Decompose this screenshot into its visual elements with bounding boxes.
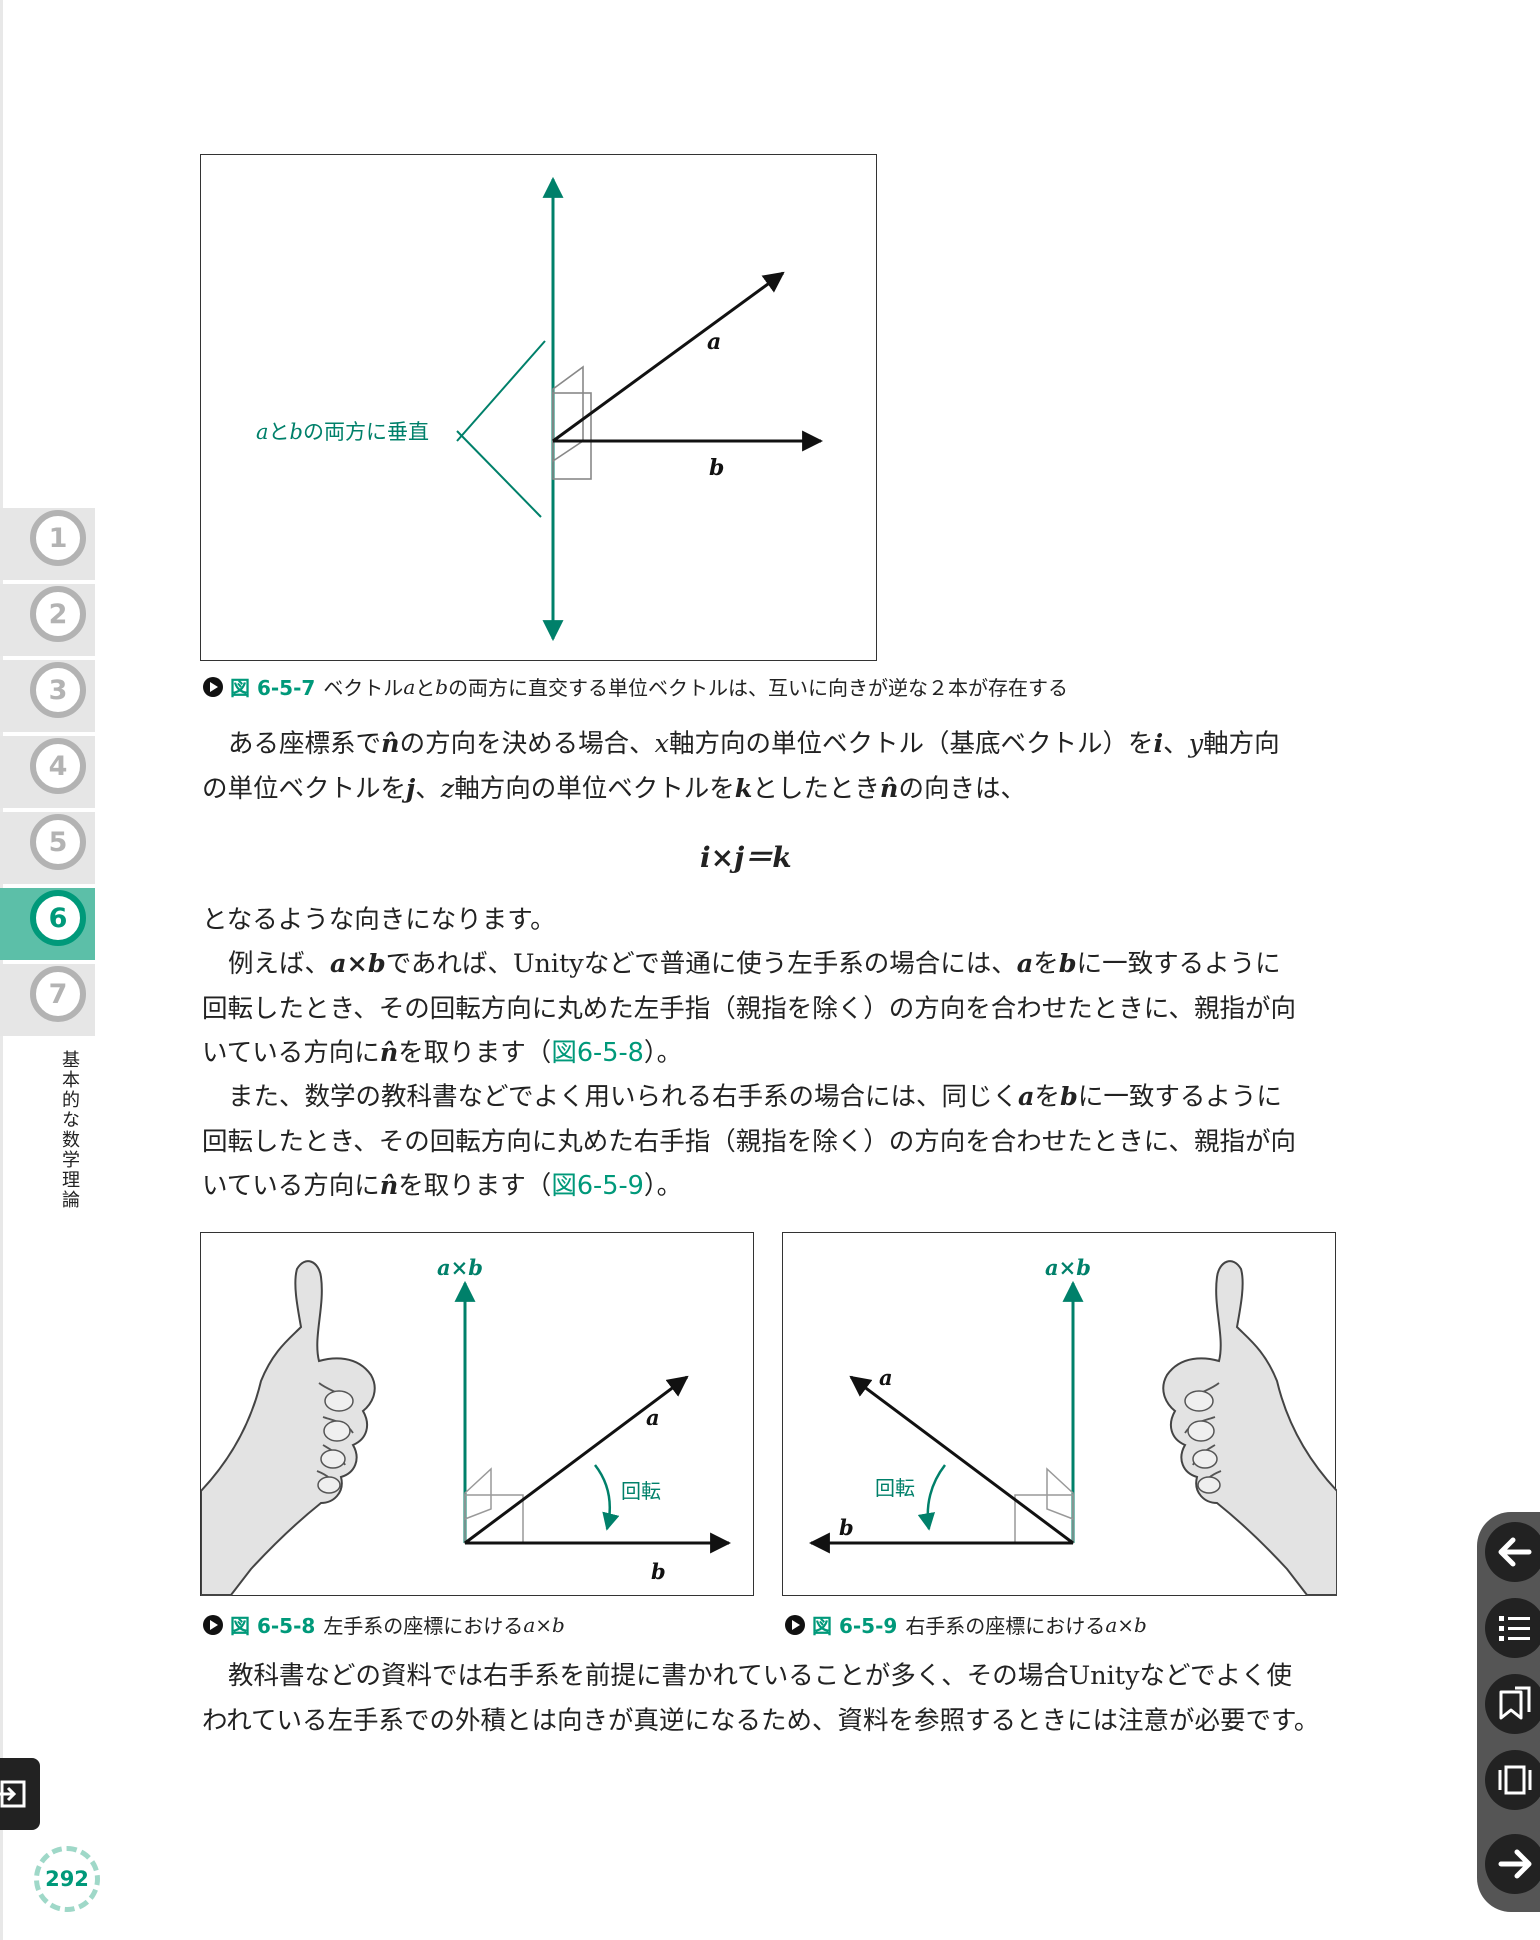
- figure-6-5-9-caption: 図 6-5-9 右手系の座標における a×b: [784, 1610, 1147, 1639]
- rotation-label: 回転: [621, 1479, 661, 1503]
- figure-6-5-7-caption: 図 6-5-7 ベクトル a と b の両方に直交する単位ベクトルは、互いに向きが逆な２…: [202, 672, 1068, 701]
- rotation-arrow: [917, 1464, 946, 1531]
- figure-6-5-9: a×b a b 回転: [782, 1232, 1337, 1596]
- chapter-tab-5[interactable]: 5: [0, 812, 95, 884]
- navigation-panel: [1477, 1512, 1540, 1912]
- pages-icon: [1498, 1765, 1532, 1795]
- paragraph-right-handed: また、数学の教科書などでよく用いられる右手系の場合には、同じくaをbに一致するよ…: [202, 1082, 1296, 1201]
- chapter-tab-6[interactable]: 6: [0, 888, 95, 960]
- axb-label: a×b: [437, 1255, 483, 1280]
- rotation-label: 回転: [875, 1476, 915, 1500]
- right-hand-illustration: [1162, 1260, 1337, 1596]
- play-circle-icon: [203, 676, 223, 697]
- chapter-tab-number: 4: [30, 738, 86, 794]
- page-number: 292: [34, 1846, 100, 1912]
- vector-b-label: b: [709, 455, 724, 481]
- axb-label: a×b: [1045, 1255, 1091, 1280]
- exit-icon: [0, 1780, 26, 1808]
- figure-6-5-8-caption: 図 6-5-8 左手系の座標における a×b: [202, 1610, 565, 1639]
- vector-a-arrow: [552, 271, 785, 443]
- figure-6-5-9-link[interactable]: 図6-5-9: [551, 1171, 644, 1201]
- paragraph-orientation: となるような向きになります。: [202, 905, 556, 935]
- chapter-tab-number: 6: [30, 890, 86, 946]
- chapter-tab-number: 2: [30, 586, 86, 642]
- figure-6-5-7: a b aとbの両方に垂直: [200, 154, 877, 661]
- previous-page-button[interactable]: [1485, 1522, 1540, 1582]
- vector-b-label: b: [651, 1559, 666, 1584]
- chapter-tab-3[interactable]: 3: [0, 660, 95, 732]
- play-circle-icon: [785, 1614, 805, 1635]
- vector-a-arrow: [464, 1375, 689, 1545]
- arrow-left-icon: [1498, 1537, 1532, 1567]
- chapter-tab-4[interactable]: 4: [0, 736, 95, 808]
- figure-6-5-9-diagram: a×b a b 回転: [808, 1255, 1337, 1596]
- page-view-button[interactable]: [1485, 1750, 1540, 1810]
- paragraph-left-handed: 例えば、a×bであれば、Unityなどで普通に使う左手系の場合には、aをbに一致…: [202, 949, 1296, 1068]
- vector-a-arrow: [849, 1375, 1074, 1545]
- chapter-tab-number: 3: [30, 662, 86, 718]
- vector-a-label: a: [646, 1405, 660, 1430]
- equation: i×j＝k: [700, 841, 792, 874]
- chapter-tab-number: 1: [30, 510, 86, 566]
- figure-6-5-8-link[interactable]: 図6-5-8: [551, 1038, 644, 1068]
- right-angle-mark: [1046, 1467, 1074, 1521]
- rotation-arrow: [594, 1464, 620, 1531]
- list-icon: [1499, 1616, 1530, 1641]
- chapter-tab-1[interactable]: 1: [0, 508, 95, 580]
- right-angle-mark: [464, 1467, 492, 1521]
- figure-6-5-8-diagram: a×b a b 回転: [201, 1255, 732, 1596]
- left-hand-illustration: [201, 1260, 376, 1596]
- chapter-tab-number: 7: [30, 966, 86, 1022]
- callout-line-upper: [456, 340, 546, 442]
- next-page-button[interactable]: [1485, 1834, 1540, 1894]
- bookmark-icon: [1499, 1686, 1531, 1720]
- paragraph-note: 教科書などの資料では右手系を前提に書かれていることが多く、その場合Unityなど…: [202, 1661, 1320, 1736]
- vector-a-label: a: [707, 329, 721, 355]
- chapter-tab-7[interactable]: 7: [0, 964, 95, 1036]
- figure-6-5-7-diagram: a b aとbの両方に垂直: [256, 176, 824, 642]
- chapter-tab-2[interactable]: 2: [0, 584, 95, 656]
- exit-button[interactable]: [0, 1758, 40, 1830]
- figure-6-5-8: a×b a b 回転: [200, 1232, 754, 1596]
- table-of-contents-button[interactable]: [1485, 1598, 1540, 1658]
- perpendicular-label: aとbの両方に垂直: [256, 420, 429, 444]
- arrow-right-icon: [1498, 1849, 1532, 1879]
- callout-line-lower: [456, 430, 542, 518]
- paragraph-basis: ある座標系でn̂の方向を決める場合、x軸方向の単位ベクトル（基底ベクトル）をi、…: [202, 729, 1280, 804]
- chapter-tab-number: 5: [30, 814, 86, 870]
- right-angle-mark-a: [552, 365, 584, 463]
- vector-a-label: a: [879, 1365, 893, 1390]
- play-circle-icon: [203, 1614, 223, 1635]
- vector-b-label: b: [839, 1515, 854, 1540]
- bookmark-button[interactable]: [1485, 1674, 1540, 1734]
- chapter-title: 基本的な数学理論: [59, 1050, 80, 1210]
